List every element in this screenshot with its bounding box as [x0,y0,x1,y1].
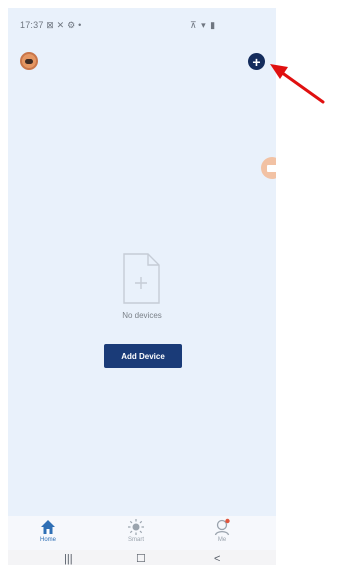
house-icon [41,520,55,534]
app-screen: 17:37 ⊠ ✕ ⚙ • ⊼ ▾ ▮ + No devices Add Dev… [8,8,276,565]
blank-document-plus-icon [123,253,160,304]
bottom-navigation: Home Smart Me [8,516,276,550]
add-device-button[interactable]: Add Device [104,344,182,368]
sun-icon [128,519,144,535]
status-bar: 17:37 ⊠ ✕ ⚙ • ⊼ ▾ ▮ [8,8,276,44]
camera-icon [267,164,276,172]
empty-state-message: No devices [122,311,162,320]
person-icon [214,518,230,536]
system-navigation-bar: ||| ☐ < [8,550,276,565]
plus-circle-icon: + [252,53,261,70]
nav-tab-smart[interactable]: Smart [114,518,158,550]
robot-avatar-icon[interactable] [20,52,38,70]
add-device-plus-button[interactable]: + [248,53,265,70]
back-button[interactable]: < [214,554,220,565]
nav-tab-home[interactable]: Home [26,518,70,550]
nav-label-smart: Smart [127,537,144,543]
status-time: 17:37 ⊠ ✕ ⚙ • [20,20,82,30]
nav-tab-me[interactable]: Me [200,518,244,550]
floating-camera-button[interactable] [261,157,276,179]
home-button[interactable]: ☐ [136,554,146,565]
nav-label-home: Home [39,537,56,543]
recent-apps-button[interactable]: ||| [64,554,73,565]
status-icons: ⊼ ▾ ▮ [190,20,217,30]
nav-label-me: Me [217,537,227,543]
